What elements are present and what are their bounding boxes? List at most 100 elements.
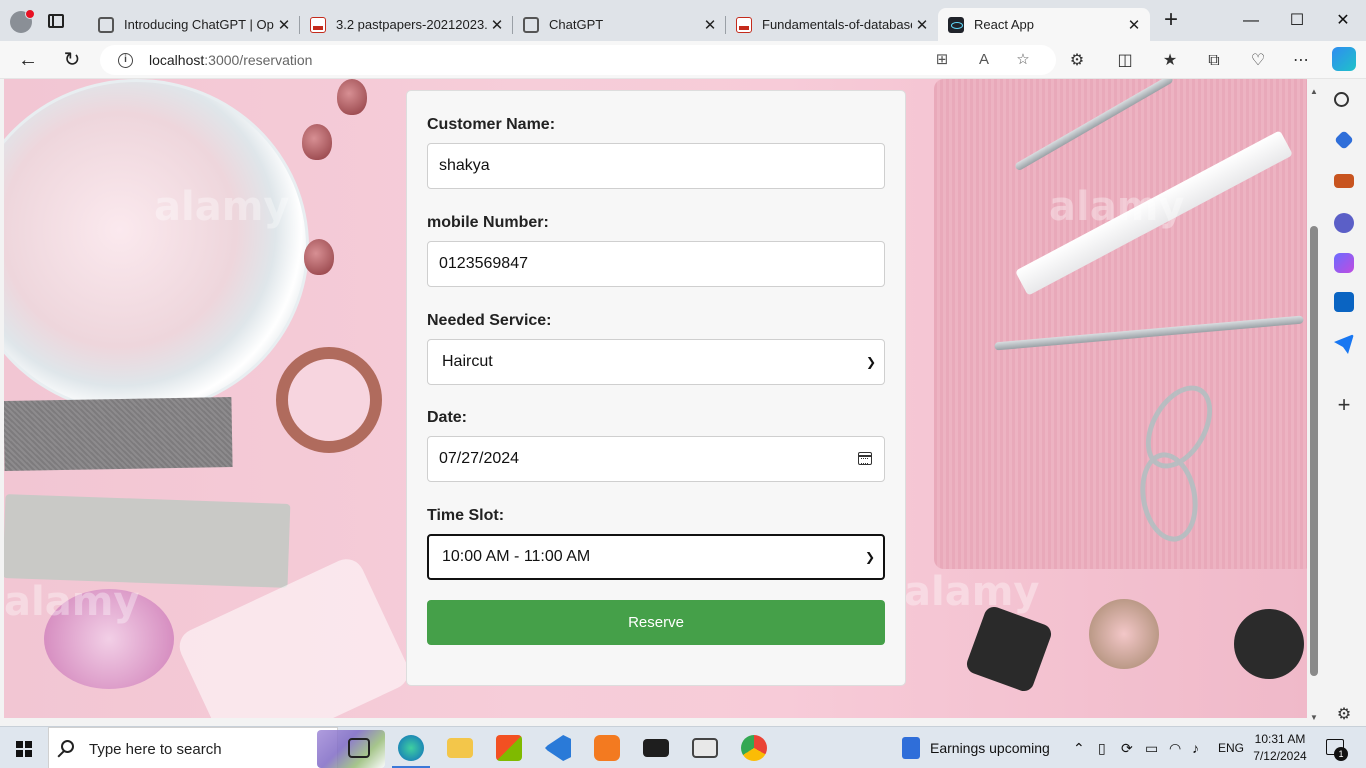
taskbar-clock[interactable]: 10:31 AM 7/12/2024 bbox=[1250, 731, 1310, 765]
split-screen-icon[interactable]: ◫ bbox=[1115, 51, 1135, 71]
close-tab-icon[interactable]: ✕ bbox=[1124, 16, 1144, 34]
customer-name-input[interactable]: shakya bbox=[427, 143, 885, 189]
add-sidebar-app-icon[interactable]: + bbox=[1334, 394, 1354, 416]
file-explorer-icon[interactable] bbox=[447, 738, 473, 758]
search-icon bbox=[61, 740, 74, 753]
chatgpt-icon bbox=[98, 16, 114, 33]
search-icon[interactable] bbox=[1334, 92, 1349, 107]
profile-avatar-icon[interactable] bbox=[10, 9, 35, 33]
nail-buffer-image bbox=[4, 494, 291, 588]
tab-title: 3.2 pastpapers-20212023.pd bbox=[336, 17, 487, 32]
browser-toolbar: ← ↻ i localhost:3000/reservation ⊞ A ☆ ⚙… bbox=[0, 41, 1366, 79]
maximize-button[interactable]: ☐ bbox=[1274, 6, 1320, 36]
mobile-number-label: mobile Number: bbox=[427, 214, 549, 231]
volume-icon[interactable]: ♪ bbox=[1192, 740, 1199, 756]
calendar-icon[interactable] bbox=[858, 452, 872, 465]
close-window-button[interactable]: ✕ bbox=[1320, 6, 1366, 36]
read-aloud-icon[interactable]: A bbox=[975, 51, 993, 69]
device-icon[interactable]: ▯ bbox=[1098, 740, 1106, 757]
favorites-icon[interactable]: ★ bbox=[1160, 51, 1180, 71]
chatgpt-icon bbox=[523, 16, 539, 33]
wifi-icon[interactable]: ◠ bbox=[1169, 740, 1181, 757]
show-hidden-icons-chevron-icon[interactable]: ⌃ bbox=[1073, 740, 1085, 757]
time-slot-select[interactable]: 10:00 AM - 11:00 AM ❯ bbox=[427, 534, 885, 580]
minimize-button[interactable]: — bbox=[1228, 6, 1274, 36]
clock-time: 10:31 AM bbox=[1254, 732, 1306, 746]
tools-icon[interactable] bbox=[1334, 174, 1354, 188]
scroll-down-arrow-icon[interactable]: ▼ bbox=[1310, 713, 1318, 722]
vscode-icon[interactable] bbox=[545, 735, 571, 761]
taskbar-search-box[interactable]: Type here to search bbox=[48, 727, 385, 768]
tab-chatgpt[interactable]: ChatGPT ✕ bbox=[513, 8, 726, 41]
site-info-icon[interactable]: i bbox=[118, 53, 133, 68]
time-slot-value: 10:00 AM - 11:00 AM bbox=[442, 548, 591, 565]
watermark-text: alamy bbox=[154, 184, 290, 230]
browser-essentials-icon[interactable]: ♡ bbox=[1248, 51, 1268, 71]
back-arrow-icon[interactable]: ← bbox=[16, 48, 40, 72]
games-icon[interactable] bbox=[1334, 213, 1354, 233]
terminal-icon[interactable] bbox=[643, 739, 669, 757]
tab-react-app[interactable]: React App ✕ bbox=[938, 8, 1150, 41]
service-select[interactable]: Haircut ❯ bbox=[427, 339, 885, 385]
date-input[interactable]: 07/27/2024 bbox=[427, 436, 885, 482]
windows-start-icon[interactable] bbox=[16, 741, 32, 757]
more-menu-icon[interactable]: ⋯ bbox=[1291, 51, 1311, 71]
tab-actions-icon[interactable] bbox=[48, 14, 64, 28]
url-path: :3000/reservation bbox=[204, 52, 313, 68]
chevron-down-icon: ❯ bbox=[864, 550, 875, 564]
nail-polish-bottle-image bbox=[964, 604, 1054, 694]
pdf-icon bbox=[736, 16, 752, 33]
refresh-icon[interactable]: ↻ bbox=[60, 48, 84, 72]
tab-title: Fundamentals-of-database- bbox=[762, 17, 912, 32]
battery-icon[interactable]: ▭ bbox=[1145, 740, 1158, 757]
updates-icon[interactable]: ⟳ bbox=[1121, 740, 1133, 757]
copilot-icon[interactable] bbox=[1332, 47, 1356, 71]
dried-flower-image bbox=[337, 79, 367, 115]
tab-introducing-chatgpt[interactable]: Introducing ChatGPT | Open ✕ bbox=[88, 8, 300, 41]
notification-count-badge: 1 bbox=[1334, 747, 1348, 761]
send-icon[interactable] bbox=[1334, 334, 1354, 354]
dried-flower-image bbox=[304, 239, 334, 275]
microsoft-365-icon[interactable] bbox=[1334, 253, 1354, 273]
collections-icon[interactable]: ⧉ bbox=[1204, 51, 1224, 71]
nail-polish-bottle-image bbox=[1234, 609, 1304, 679]
close-tab-icon[interactable]: ✕ bbox=[912, 16, 932, 34]
shopping-tag-icon[interactable] bbox=[1334, 130, 1354, 150]
app-available-icon[interactable]: ⊞ bbox=[933, 51, 951, 69]
reserve-button[interactable]: Reserve bbox=[427, 600, 885, 645]
watermark-text: alamy bbox=[4, 579, 140, 625]
settings-gear-icon[interactable]: ⚙ bbox=[1334, 705, 1354, 725]
task-view-icon[interactable] bbox=[348, 738, 370, 758]
tab-pastpapers-pdf[interactable]: 3.2 pastpapers-20212023.pd ✕ bbox=[300, 8, 513, 41]
mobile-number-input[interactable]: 0123569847 bbox=[427, 241, 885, 287]
favorite-star-icon[interactable]: ☆ bbox=[1014, 51, 1032, 69]
outlook-icon[interactable] bbox=[1334, 292, 1354, 312]
close-tab-icon[interactable]: ✕ bbox=[274, 16, 294, 34]
scrollbar-thumb[interactable] bbox=[1310, 226, 1318, 676]
new-tab-button[interactable]: + bbox=[1160, 8, 1182, 32]
tab-title: Introducing ChatGPT | Open bbox=[124, 17, 274, 32]
watermark-text: alamy bbox=[1049, 184, 1185, 230]
xampp-icon[interactable] bbox=[594, 735, 620, 761]
close-tab-icon[interactable]: ✕ bbox=[700, 16, 720, 34]
edge-browser-icon[interactable] bbox=[392, 735, 430, 768]
close-tab-icon[interactable]: ✕ bbox=[487, 16, 507, 34]
language-indicator[interactable]: ENG bbox=[1218, 741, 1244, 755]
news-widget-text[interactable]: Earnings upcoming bbox=[930, 740, 1050, 756]
scroll-up-arrow-icon[interactable]: ▲ bbox=[1310, 87, 1318, 96]
page-viewport: alamy alamy alamy alamy Customer Name: s… bbox=[4, 79, 1307, 718]
chevron-down-icon: ❯ bbox=[865, 355, 876, 369]
control-panel-icon[interactable] bbox=[692, 738, 718, 758]
extensions-icon[interactable]: ⚙ bbox=[1067, 51, 1087, 71]
tab-title: ChatGPT bbox=[549, 17, 604, 32]
news-widget-icon[interactable] bbox=[902, 737, 920, 759]
tab-fundamentals-pdf[interactable]: Fundamentals-of-database- ✕ bbox=[726, 8, 938, 41]
watermark-text: alamy bbox=[904, 569, 1040, 615]
address-bar[interactable]: i localhost:3000/reservation ⊞ A ☆ bbox=[100, 45, 1056, 75]
page-scrollbar[interactable]: ▲ ▼ bbox=[1307, 79, 1322, 726]
chrome-icon[interactable] bbox=[741, 735, 767, 761]
dried-flower-image bbox=[302, 124, 332, 160]
microsoft-store-icon[interactable] bbox=[496, 735, 522, 761]
customer-name-label: Customer Name: bbox=[427, 116, 556, 133]
url-text[interactable]: localhost:3000/reservation bbox=[149, 52, 312, 68]
